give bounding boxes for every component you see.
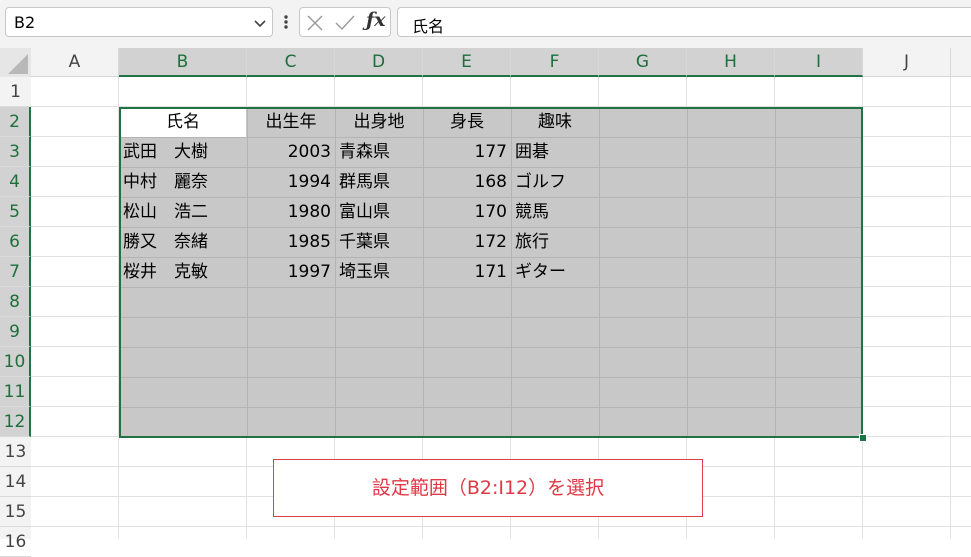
gridline xyxy=(31,526,971,527)
column-header-f[interactable]: F xyxy=(511,48,599,77)
gridline xyxy=(121,317,861,318)
column-header-g[interactable]: G xyxy=(599,48,687,77)
table-header-hobby[interactable]: 趣味 xyxy=(511,107,599,137)
gridline xyxy=(687,109,688,436)
row-header-14[interactable]: 14 xyxy=(0,467,31,497)
table-cell-birth-year[interactable]: 2003 xyxy=(247,137,335,167)
gridline xyxy=(950,77,951,539)
table-cell-name[interactable]: 桜井 克敏 xyxy=(119,257,247,287)
fill-handle[interactable] xyxy=(859,434,867,442)
gridline xyxy=(121,287,861,288)
column-header-a[interactable]: A xyxy=(31,48,119,77)
cancel-icon[interactable] xyxy=(306,14,324,32)
checkmark-icon[interactable] xyxy=(334,14,356,32)
row-header-10[interactable]: 10 xyxy=(0,347,31,377)
table-cell-birthplace[interactable]: 千葉県 xyxy=(335,227,423,257)
select-all-button[interactable] xyxy=(0,48,31,77)
table-cell-birthplace[interactable]: 富山県 xyxy=(335,197,423,227)
gridline xyxy=(121,377,861,378)
formula-actions: ƒx xyxy=(299,7,391,37)
insert-function-icon[interactable]: ƒx xyxy=(366,9,386,31)
row-header-15[interactable]: 15 xyxy=(0,497,31,527)
table-cell-name[interactable]: 勝又 奈緒 xyxy=(119,227,247,257)
table-cell-height[interactable]: 172 xyxy=(423,227,511,257)
formula-value: 氏名 xyxy=(412,17,445,36)
table-cell-hobby[interactable]: 競馬 xyxy=(511,197,599,227)
gridline xyxy=(121,347,861,348)
more-options-icon[interactable] xyxy=(282,12,290,32)
select-all-triangle-icon xyxy=(8,54,28,74)
formula-bar: B2 ƒx 氏名 xyxy=(0,0,971,48)
column-header-e[interactable]: E xyxy=(423,48,511,77)
table-cell-hobby[interactable]: ゴルフ xyxy=(511,167,599,197)
gridline xyxy=(599,109,600,436)
row-header-5[interactable]: 5 xyxy=(0,197,31,227)
row-header-7[interactable]: 7 xyxy=(0,257,31,287)
chevron-down-icon[interactable] xyxy=(252,15,268,31)
name-box[interactable]: B2 xyxy=(5,7,273,37)
name-box-value: B2 xyxy=(14,13,36,32)
table-cell-birth-year[interactable]: 1997 xyxy=(247,257,335,287)
table-cell-height[interactable]: 177 xyxy=(423,137,511,167)
table-header-birth-year[interactable]: 出生年 xyxy=(247,107,335,137)
column-header-c[interactable]: C xyxy=(247,48,335,77)
column-header-b[interactable]: B xyxy=(119,48,247,77)
table-cell-birth-year[interactable]: 1980 xyxy=(247,197,335,227)
table-cell-birthplace[interactable]: 青森県 xyxy=(335,137,423,167)
table-cell-birth-year[interactable]: 1985 xyxy=(247,227,335,257)
row-header-1[interactable]: 1 xyxy=(0,77,31,107)
table-cell-birthplace[interactable]: 群馬県 xyxy=(335,167,423,197)
table-cell-birthplace[interactable]: 埼玉県 xyxy=(335,257,423,287)
table-cell-name[interactable]: 武田 大樹 xyxy=(119,137,247,167)
row-header-bar: 1 2 3 4 5 6 7 8 9 10 11 12 13 14 15 16 xyxy=(0,77,31,557)
table-cell-hobby[interactable]: 囲碁 xyxy=(511,137,599,167)
row-header-8[interactable]: 8 xyxy=(0,287,31,317)
row-header-12[interactable]: 12 xyxy=(0,407,31,437)
column-header-d[interactable]: D xyxy=(335,48,423,77)
row-header-4[interactable]: 4 xyxy=(0,167,31,197)
table-cell-name[interactable]: 中村 麗奈 xyxy=(119,167,247,197)
column-header-h[interactable]: H xyxy=(687,48,775,77)
row-header-6[interactable]: 6 xyxy=(0,227,31,257)
row-header-16[interactable]: 16 xyxy=(0,527,31,557)
row-header-3[interactable]: 3 xyxy=(0,137,31,167)
gridline xyxy=(775,109,776,436)
row-header-9[interactable]: 9 xyxy=(0,317,31,347)
table-cell-height[interactable]: 170 xyxy=(423,197,511,227)
table-cell-height[interactable]: 171 xyxy=(423,257,511,287)
table-cell-name[interactable]: 松山 浩二 xyxy=(119,197,247,227)
instruction-callout: 設定範囲（B2:I12）を選択 xyxy=(273,459,703,517)
formula-input[interactable]: 氏名 xyxy=(397,7,971,37)
table-cell-birth-year[interactable]: 1994 xyxy=(247,167,335,197)
table-cell-hobby[interactable]: ギター xyxy=(511,257,599,287)
row-header-2[interactable]: 2 xyxy=(0,107,31,137)
table-cell-hobby[interactable]: 旅行 xyxy=(511,227,599,257)
table-header-birthplace[interactable]: 出身地 xyxy=(335,107,423,137)
table-header-height[interactable]: 身長 xyxy=(423,107,511,137)
column-header-i[interactable]: I xyxy=(775,48,863,77)
column-header-j[interactable]: J xyxy=(863,48,951,77)
row-header-11[interactable]: 11 xyxy=(0,377,31,407)
row-header-13[interactable]: 13 xyxy=(0,437,31,467)
gridline xyxy=(121,407,861,408)
table-header-name[interactable]: 氏名 xyxy=(119,107,247,137)
table-cell-height[interactable]: 168 xyxy=(423,167,511,197)
